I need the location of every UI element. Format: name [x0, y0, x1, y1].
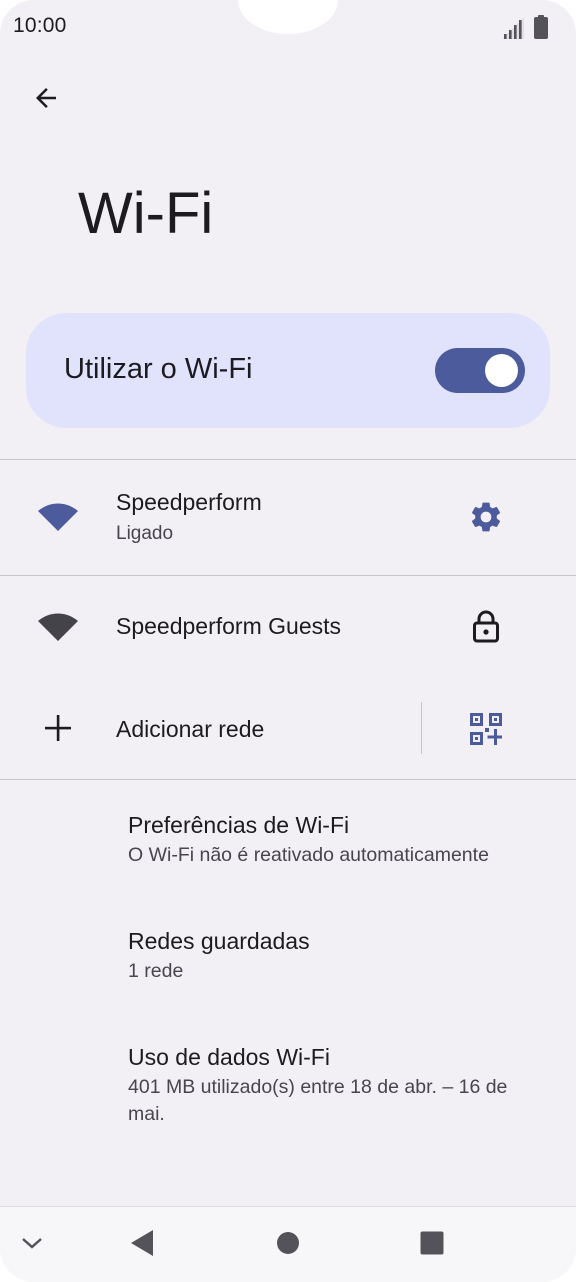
signal-icon: [502, 17, 524, 39]
plus-icon: [45, 715, 71, 741]
network-item[interactable]: Speedperform Guests: [0, 576, 576, 678]
battery-icon: [534, 15, 548, 39]
gear-icon: [471, 502, 501, 532]
network-item-connected[interactable]: Speedperform Ligado: [0, 460, 576, 575]
wifi-signal-icon: [38, 613, 78, 641]
nav-home-button[interactable]: [268, 1223, 308, 1263]
use-wifi-label: Utilizar o Wi-Fi: [64, 353, 253, 385]
use-wifi-toggle-card[interactable]: Utilizar o Wi-Fi: [26, 313, 550, 428]
page-title: Wi-Fi: [78, 181, 214, 246]
list-item-wifi-data-usage[interactable]: Uso de dados Wi-Fi 401 MB utilizado(s) e…: [0, 1012, 576, 1152]
data-usage-subtitle: 401 MB utilizado(s) entre 18 de abr. – 1…: [128, 1076, 508, 1125]
nav-recents-button[interactable]: [412, 1223, 452, 1263]
add-network-label: Adicionar rede: [116, 716, 265, 742]
camera-notch: [238, 0, 338, 34]
status-time: 10:00: [13, 14, 67, 37]
network-name: Speedperform: [116, 489, 262, 515]
lock-icon: [473, 610, 499, 643]
secured-network-indicator: [466, 606, 506, 646]
network-name: Speedperform Guests: [116, 613, 342, 639]
nav-collapse-button[interactable]: [14, 1225, 50, 1261]
phone-screen: 10:00 Wi-Fi Utilizar o Wi-Fi Speedperfor…: [0, 0, 576, 1282]
vertical-divider: [421, 702, 422, 754]
back-button[interactable]: [26, 78, 66, 118]
qr-code-add-icon: [470, 713, 502, 745]
status-icons: [502, 15, 548, 39]
wifi-preferences-subtitle: O Wi-Fi não é reativado automaticamente: [128, 844, 489, 866]
saved-networks-title: Redes guardadas: [128, 928, 310, 954]
square-recents-icon: [420, 1231, 444, 1255]
data-usage-title: Uso de dados Wi-Fi: [128, 1044, 330, 1070]
list-item-wifi-preferences[interactable]: Preferências de Wi-Fi O Wi-Fi não é reat…: [0, 780, 576, 896]
nav-back-button[interactable]: [122, 1223, 162, 1263]
navigation-bar: [0, 1206, 576, 1282]
saved-networks-subtitle: 1 rede: [128, 960, 184, 982]
switch-knob: [485, 354, 518, 387]
qr-scan-button[interactable]: [466, 709, 506, 749]
use-wifi-switch[interactable]: [435, 348, 525, 393]
chevron-down-icon: [22, 1238, 42, 1249]
network-status: Ligado: [116, 523, 174, 544]
triangle-back-icon: [131, 1230, 153, 1256]
wifi-preferences-title: Preferências de Wi-Fi: [128, 812, 350, 838]
arrow-back-icon: [36, 88, 56, 108]
wifi-signal-icon: [38, 503, 78, 531]
network-settings-button[interactable]: [466, 497, 506, 537]
circle-home-icon: [277, 1232, 299, 1254]
list-item-saved-networks[interactable]: Redes guardadas 1 rede: [0, 896, 576, 1012]
